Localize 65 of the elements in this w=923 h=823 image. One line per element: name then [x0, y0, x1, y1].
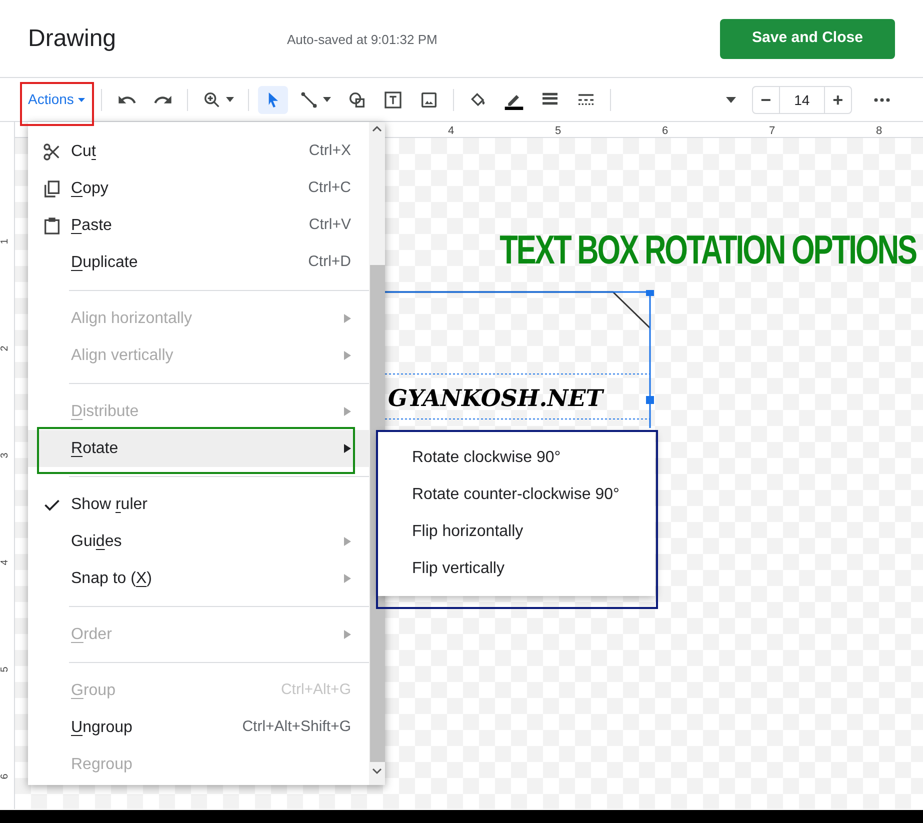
menu-item[interactable]: Copy Ctrl+C: [28, 170, 369, 207]
menu-item-label: Regroup: [71, 754, 134, 774]
menu-item[interactable]: Snap to (X): [28, 560, 369, 597]
caret-icon: [322, 97, 331, 102]
menu-item-label: Distribute: [71, 402, 140, 422]
menu-item[interactable]: Ungroup Ctrl+Alt+Shift+G: [28, 709, 369, 746]
menu-item[interactable]: Paste Ctrl+V: [28, 207, 369, 244]
ruler-number: 6: [662, 124, 668, 139]
more-icon: [874, 98, 890, 102]
menu-item-label: Guides: [71, 532, 123, 552]
menu-item-label: Show ruler: [71, 494, 148, 514]
autosave-status: Auto-saved at 9:01:32 PM: [287, 30, 438, 49]
menu-item-label: Order: [71, 624, 113, 644]
pointer-tool-button[interactable]: [258, 86, 288, 114]
menu-item-label: Copy: [71, 178, 110, 198]
menu-item-label: Cut: [71, 142, 97, 162]
window-title: Drawing: [28, 24, 118, 54]
shortcut-text: Ctrl+X: [308, 141, 351, 162]
ruler-number: 5: [0, 666, 12, 672]
menu-item-label: Paste: [71, 216, 113, 236]
caret-icon: [726, 96, 736, 102]
clipboard-icon: [42, 216, 62, 236]
save-and-close-button[interactable]: Save and Close: [720, 18, 895, 58]
menu-item[interactable]: Show ruler: [28, 486, 369, 523]
shortcut-text: Ctrl+V: [308, 215, 351, 236]
shortcut-text: Ctrl+Alt+Shift+G: [242, 717, 351, 738]
ruler-number: 6: [0, 774, 12, 780]
copy-icon: [42, 178, 62, 198]
ruler-number: 1: [0, 238, 12, 244]
menu-item-label: Rotate: [71, 438, 120, 458]
ruler-number: 8: [876, 124, 882, 139]
ruler-number: 3: [0, 452, 12, 458]
text-box-icon: [382, 90, 403, 110]
menu-item-label: Align horizontally: [71, 308, 193, 328]
ruler-number: 2: [0, 346, 12, 352]
increase-font-size-button[interactable]: +: [824, 86, 852, 114]
caret-icon: [226, 97, 234, 102]
actions-menu-button[interactable]: Actions: [22, 84, 91, 116]
scroll-up-icon[interactable]: [372, 125, 382, 132]
scissors-icon: [42, 142, 62, 162]
scroll-down-icon[interactable]: [372, 768, 382, 775]
ruler-number: 5: [555, 124, 562, 139]
menu-item[interactable]: Rotate: [28, 430, 369, 467]
caret-icon: [78, 98, 85, 102]
zoom-in-icon: [202, 90, 222, 110]
shortcut-text: Ctrl+Alt+G: [280, 680, 351, 700]
ruler-number: 7: [769, 124, 776, 139]
menu-item-label: Snap to (X): [71, 568, 153, 588]
shortcut-text: Ctrl+C: [308, 178, 351, 198]
menu-item[interactable]: Duplicate Ctrl+D: [28, 244, 369, 281]
menu-item-label: Duplicate: [71, 252, 139, 272]
text-box-text: GYANKOSH.NET: [388, 384, 603, 414]
ruler-number: 4: [0, 560, 12, 566]
canvas-heading: TEXT BOX ROTATION OPTIONS: [500, 227, 916, 275]
shapes-icon: [346, 90, 367, 110]
menu-item-label: Align vertically: [71, 346, 174, 366]
menu-item-label: Ungroup: [71, 718, 134, 738]
shortcut-text: Ctrl+D: [308, 252, 351, 272]
font-size-field[interactable]: 14: [780, 86, 824, 114]
image-icon: [418, 90, 439, 110]
line-icon: [298, 90, 319, 110]
menu-item[interactable]: Cut Ctrl+X: [28, 133, 369, 170]
menu-item-label: Group: [71, 680, 116, 700]
ruler-number: 4: [448, 124, 454, 139]
menu-item[interactable]: Guides: [28, 523, 369, 560]
